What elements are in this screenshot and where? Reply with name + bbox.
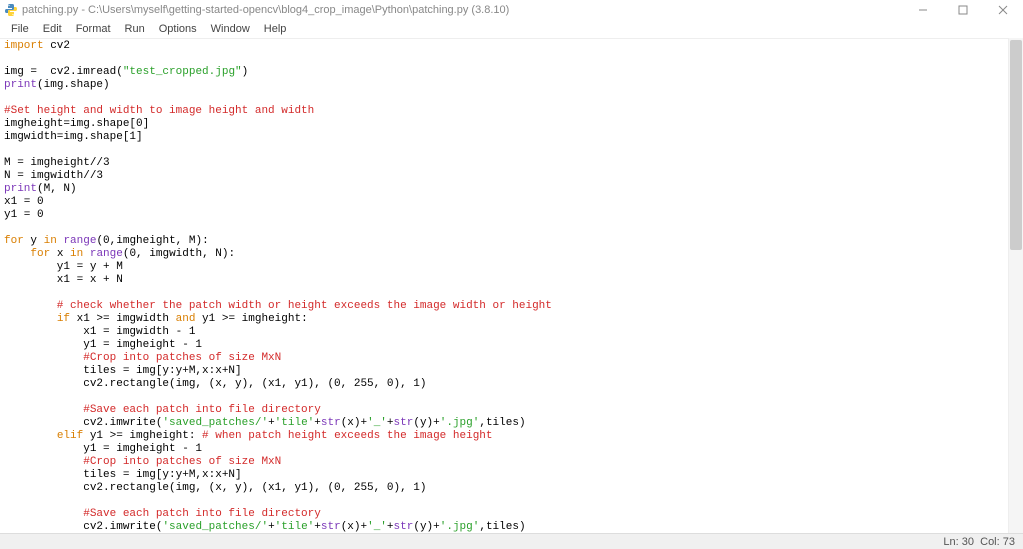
- menu-options[interactable]: Options: [152, 23, 204, 35]
- menu-edit[interactable]: Edit: [36, 23, 69, 35]
- menu-bar: File Edit Format Run Options Window Help: [0, 20, 1023, 39]
- scrollbar-thumb[interactable]: [1010, 40, 1022, 250]
- menu-window[interactable]: Window: [204, 23, 257, 35]
- menu-help[interactable]: Help: [257, 23, 294, 35]
- menu-format[interactable]: Format: [69, 23, 118, 35]
- menu-file[interactable]: File: [4, 23, 36, 35]
- maximize-button[interactable]: [943, 0, 983, 20]
- menu-run[interactable]: Run: [118, 23, 152, 35]
- title-bar: patching.py - C:\Users\myself\getting-st…: [0, 0, 1023, 20]
- vertical-scrollbar[interactable]: [1008, 38, 1023, 534]
- minimize-button[interactable]: [903, 0, 943, 20]
- window-title: patching.py - C:\Users\myself\getting-st…: [22, 4, 509, 16]
- app-icon: [4, 3, 18, 17]
- status-line: Ln: 30 Col: 73: [943, 536, 1015, 548]
- code-editor[interactable]: import cv2 img = cv2.imread("test_croppe…: [0, 38, 1008, 534]
- status-bar: Ln: 30 Col: 73: [0, 533, 1023, 549]
- close-button[interactable]: [983, 0, 1023, 20]
